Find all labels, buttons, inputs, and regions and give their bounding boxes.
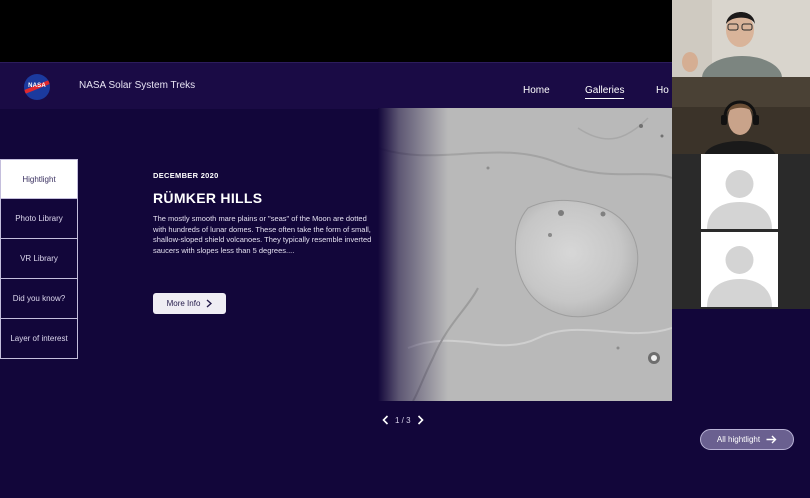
feature-date: DECEMBER 2020 — [153, 171, 219, 180]
video-tile-participant-2 — [672, 77, 810, 154]
carousel-pager: 1 / 3 — [382, 415, 424, 425]
gallery-tabs: Hightlight Photo Library VR Library Did … — [0, 159, 78, 359]
feature-description: The mostly smooth mare plains or "seas" … — [153, 214, 372, 255]
tab-highlight[interactable]: Hightlight — [0, 159, 78, 199]
all-highlight-label: All hightlight — [716, 435, 761, 444]
chevron-left-icon[interactable] — [382, 415, 389, 425]
feature-image — [378, 108, 672, 401]
logo-text: NASA — [28, 83, 46, 89]
nasa-logo[interactable]: NASA — [24, 74, 50, 100]
arrow-right-icon — [766, 435, 777, 444]
nav-how[interactable]: Ho — [656, 85, 669, 96]
video-tile-participants-off — [672, 154, 810, 309]
person-placeholder-icon — [701, 232, 778, 307]
nav-home[interactable]: Home — [523, 85, 550, 96]
participant-placeholder-2 — [701, 232, 778, 307]
chevron-right-icon — [206, 299, 213, 308]
tab-layer-of-interest[interactable]: Layer of interest — [0, 319, 78, 359]
participant-video — [672, 77, 810, 154]
feature-title: RÜMKER HILLS — [153, 190, 263, 206]
pager-text: 1 / 3 — [395, 415, 411, 425]
participant-placeholder-1 — [701, 154, 778, 229]
participant-video — [672, 0, 810, 77]
chevron-right-icon[interactable] — [417, 415, 424, 425]
person-placeholder-icon — [701, 154, 778, 229]
tab-did-you-know[interactable]: Did you know? — [0, 279, 78, 319]
more-info-button[interactable]: More Info — [153, 293, 226, 314]
more-info-label: More Info — [166, 299, 201, 308]
nav-galleries[interactable]: Galleries — [585, 85, 625, 99]
image-fade — [378, 108, 448, 401]
tab-vr-library[interactable]: VR Library — [0, 239, 78, 279]
video-panel-empty — [672, 309, 810, 389]
screen-share-top-bar — [0, 0, 672, 62]
tab-photo-library[interactable]: Photo Library — [0, 199, 78, 239]
site-header: NASA NASA Solar System Treks Home Galler… — [0, 62, 672, 109]
brand-name[interactable]: NASA Solar System Treks — [79, 80, 195, 91]
video-tile-participant-1 — [672, 0, 810, 77]
all-highlight-button[interactable]: All hightlight — [700, 429, 794, 450]
